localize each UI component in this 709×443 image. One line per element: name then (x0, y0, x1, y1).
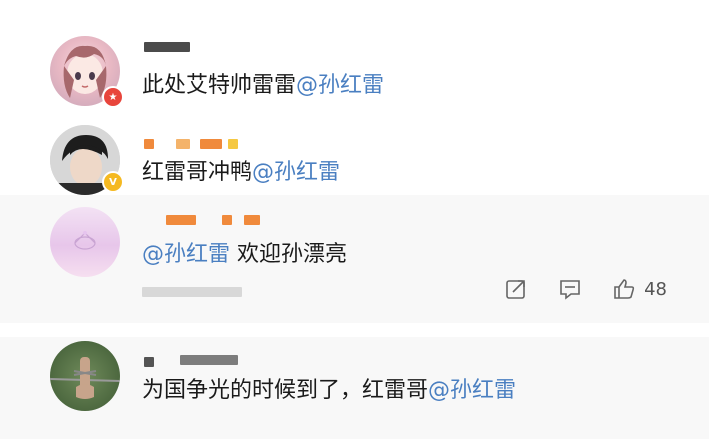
comment-actions: 48 (474, 277, 667, 301)
username-redacted (144, 353, 254, 367)
thumbs-up-icon[interactable] (612, 277, 636, 301)
mention-link[interactable]: @孙红雷 (252, 160, 340, 185)
mention-link[interactable]: @孙红雷 (142, 242, 230, 267)
mention-link[interactable]: @孙红雷 (428, 378, 516, 403)
like-count: 48 (644, 278, 667, 300)
comment-text: @孙红雷 欢迎孙漂亮 (142, 242, 348, 267)
comment-item-4: 为国争光的时候到了，红雷哥@孙红雷 (0, 323, 709, 443)
mention-link[interactable]: @孙红雷 (296, 73, 384, 98)
comment-text: 此处艾特帅雷雷@孙红雷 (142, 73, 385, 98)
comment-item-3: @孙红雷 欢迎孙漂亮 48 (0, 195, 709, 323)
comment-item-1: ★ 此处艾特帅雷雷@孙红雷 (0, 0, 709, 115)
avatar[interactable] (50, 207, 120, 277)
avatar[interactable] (50, 341, 120, 411)
gold-verified-badge-icon: V (102, 171, 124, 193)
red-star-badge-icon: ★ (102, 86, 124, 108)
username-redacted (144, 40, 190, 52)
comment-text: 红雷哥冲鸭@孙红雷 (142, 160, 341, 185)
comment-icon[interactable] (558, 277, 582, 301)
timestamp-redacted (142, 287, 242, 299)
username-redacted (166, 215, 276, 227)
share-icon[interactable] (504, 277, 528, 301)
comment-text: 为国争光的时候到了，红雷哥@孙红雷 (142, 378, 517, 403)
comment-item-2: V 红雷哥冲鸭@孙红雷 (0, 115, 709, 195)
username-redacted (144, 139, 254, 151)
